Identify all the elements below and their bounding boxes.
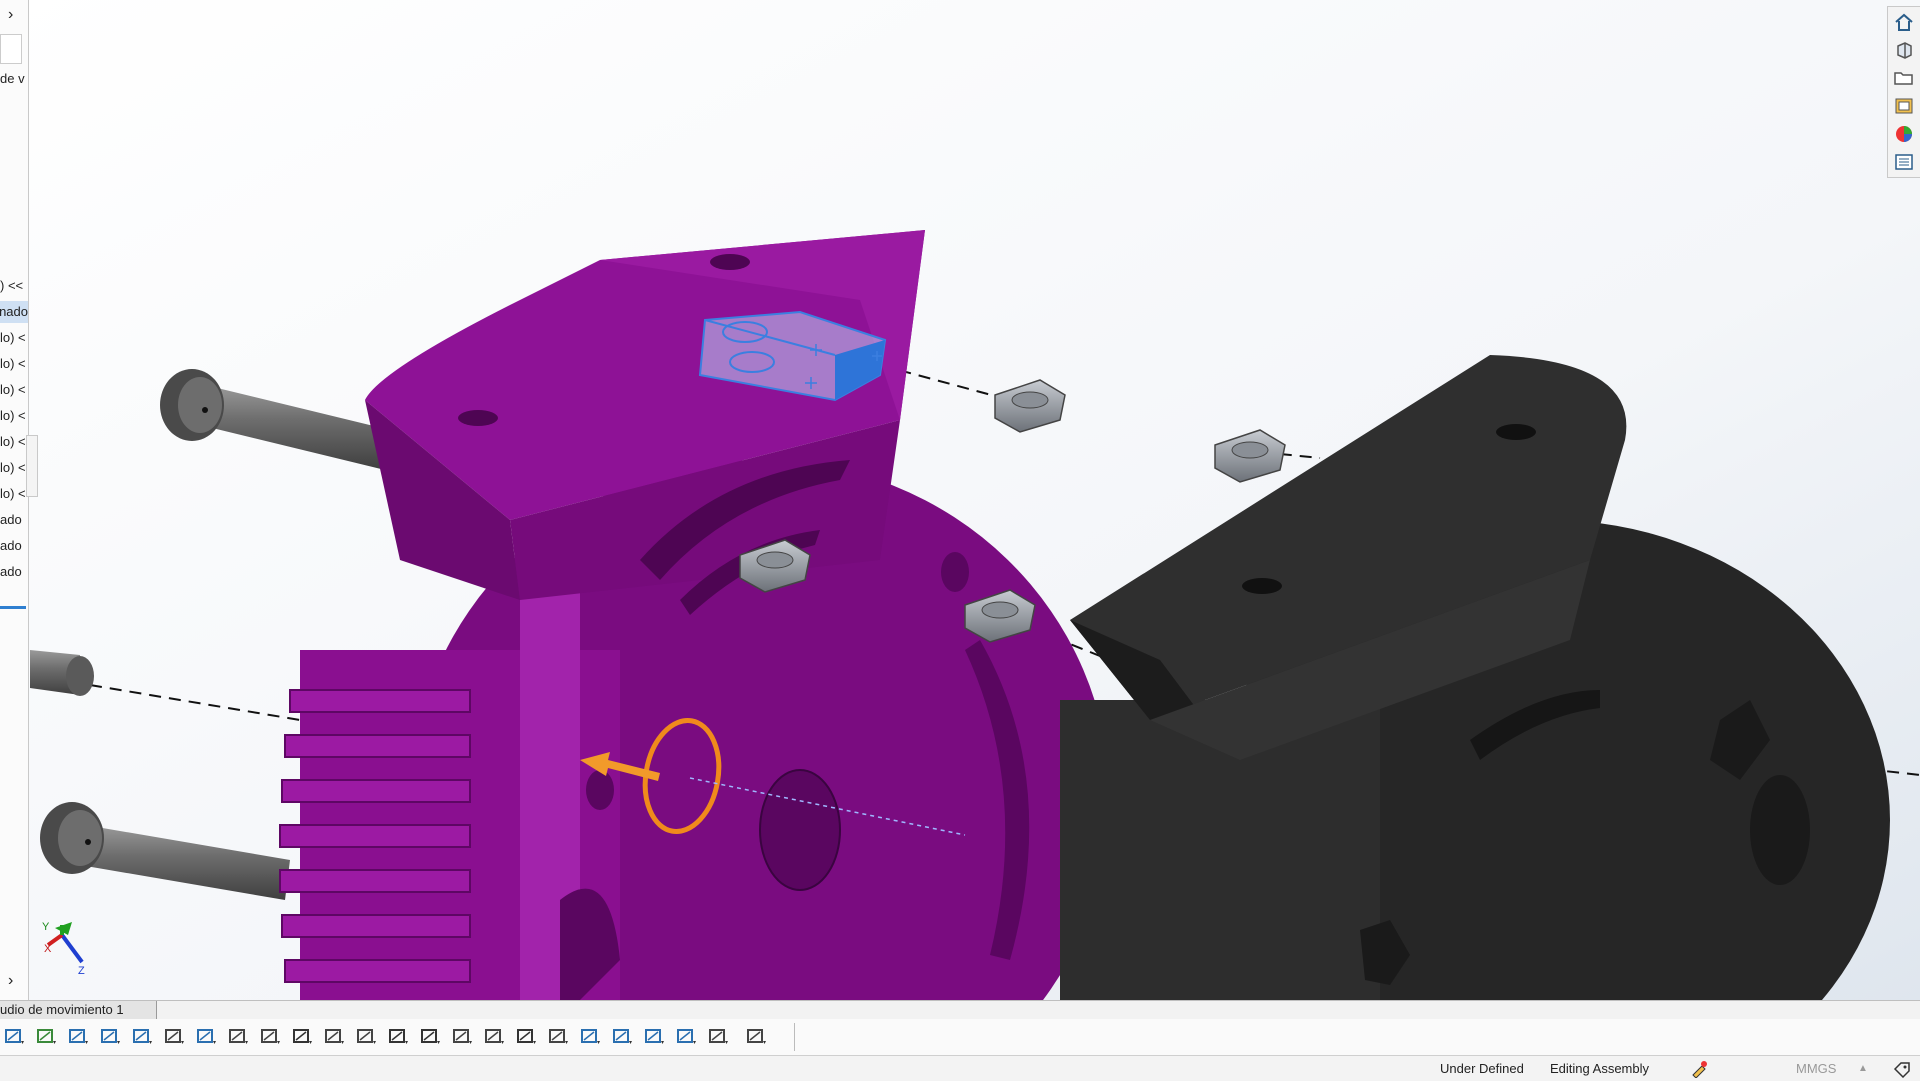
custom-properties-icon[interactable] [1890, 149, 1918, 175]
assembly-scene[interactable]: Y X Z [0, 0, 1920, 1000]
tree-item[interactable]: lo) < [0, 353, 28, 375]
rebuild-icon[interactable] [1690, 1056, 1708, 1081]
grid-icon[interactable] [226, 1025, 252, 1049]
status-definition: Under Defined [1440, 1061, 1524, 1076]
status-mode: Editing Assembly [1550, 1061, 1649, 1076]
tab-motion-study[interactable]: udio de movimiento 1 [0, 1001, 157, 1019]
panel-scroll-indicator [0, 606, 26, 609]
curve-icon[interactable] [418, 1025, 444, 1049]
tree-fragment-top: de v [0, 71, 25, 86]
panel-splitter-handle[interactable] [26, 435, 38, 497]
smart-mate-icon[interactable] [2, 1025, 28, 1049]
tree-item[interactable]: ado [0, 509, 28, 531]
panel-filter-box[interactable] [0, 34, 22, 64]
units-menu-arrow-icon[interactable]: ▲ [1858, 1056, 1868, 1081]
image-icon[interactable] [674, 1025, 700, 1049]
appearances-icon[interactable] [1890, 121, 1918, 147]
design-library-icon[interactable] [1890, 93, 1918, 119]
line-icon[interactable] [194, 1025, 220, 1049]
tree-item[interactable]: lo) < [0, 457, 28, 479]
toolbar-separator [794, 1023, 795, 1051]
bottom-tab-bar: udio de movimiento 1 [0, 1000, 1920, 1020]
align-right-icon[interactable] [642, 1025, 668, 1049]
tree-item[interactable]: nado [0, 301, 28, 323]
graphics-area[interactable]: Y X Z › de v ) << nado lo) < lo) < lo) < lo) … [0, 0, 1920, 1000]
arrow-down-icon[interactable] [744, 1025, 770, 1049]
tree-item[interactable]: ado [0, 561, 28, 583]
check-icon[interactable] [290, 1025, 316, 1049]
insert-component-icon[interactable] [66, 1025, 92, 1049]
tree-item[interactable]: lo) < [0, 327, 28, 349]
task-pane-tabs[interactable] [1887, 6, 1920, 178]
pattern-icon[interactable] [450, 1025, 476, 1049]
bottom-toolbar[interactable] [0, 1019, 1920, 1056]
tree-item[interactable]: lo) < [0, 405, 28, 427]
scroll-right-arrow-icon[interactable]: › [8, 972, 13, 990]
linear-pattern-icon[interactable] [34, 1025, 60, 1049]
sphere-icon[interactable] [578, 1025, 604, 1049]
zoom-icon[interactable] [482, 1025, 508, 1049]
open-folder-icon[interactable] [1890, 65, 1918, 91]
edge-icon[interactable] [130, 1025, 156, 1049]
triad-x-label: X [44, 943, 52, 955]
tree-item[interactable]: lo) < [0, 431, 28, 453]
status-units[interactable]: MMGS [1796, 1056, 1836, 1081]
search-icon[interactable] [354, 1025, 380, 1049]
filter-icon[interactable] [514, 1025, 540, 1049]
triad-y-label: Y [42, 921, 50, 933]
bend-icon[interactable] [258, 1025, 284, 1049]
annotation-icon[interactable] [546, 1025, 572, 1049]
customize-status-icon[interactable] [1892, 1056, 1912, 1081]
feature-manager-panel[interactable]: › de v ) << nado lo) < lo) < lo) < lo) < lo) <… [0, 0, 29, 1000]
tree-item[interactable]: ado [0, 535, 28, 557]
view-orientation-icon[interactable] [1890, 37, 1918, 63]
home-view-icon[interactable] [1890, 9, 1918, 35]
triad-z-label: Z [78, 965, 85, 977]
text-icon[interactable] [386, 1025, 412, 1049]
expand-panel-arrow-icon[interactable]: › [8, 6, 13, 24]
table-icon[interactable] [322, 1025, 348, 1049]
tree-item[interactable]: ) << [0, 275, 28, 297]
sketch-icon[interactable] [162, 1025, 188, 1049]
tree-item[interactable]: lo) < [0, 379, 28, 401]
align-left-icon[interactable] [610, 1025, 636, 1049]
status-bar: Under Defined Editing Assembly MMGS ▲ [0, 1055, 1920, 1081]
tree-item[interactable]: lo) < [0, 483, 28, 505]
arrow-up-icon[interactable] [706, 1025, 732, 1049]
mate-icon[interactable] [98, 1025, 124, 1049]
